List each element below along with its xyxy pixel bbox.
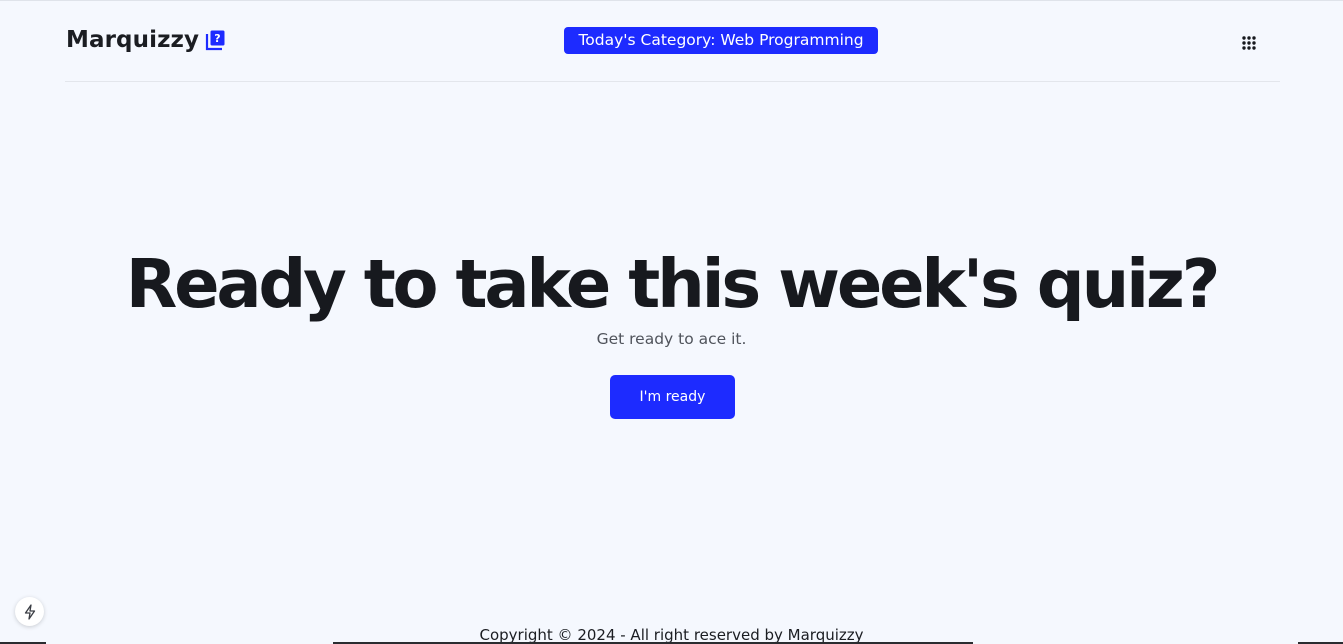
grid-menu-icon[interactable] [1237,31,1261,55]
brand-link[interactable]: Marquizzy ? [66,27,227,53]
header: Marquizzy ? Today's Category: Web Progra… [65,1,1280,82]
book-question-icon: ? [205,29,227,51]
lightning-bolt-icon[interactable] [15,597,44,626]
category-badge: Today's Category: Web Programming [564,27,878,54]
svg-text:?: ? [214,32,220,45]
hero-title: Ready to take this week's quiz? [125,245,1221,323]
brand-name: Marquizzy [66,27,200,53]
page: Marquizzy ? Today's Category: Web Progra… [0,0,1343,644]
im-ready-button[interactable]: I'm ready [610,375,735,419]
hero-section: Ready to take this week's quiz? Get read… [0,241,1343,349]
hero-subtitle: Get ready to ace it. [596,330,747,348]
